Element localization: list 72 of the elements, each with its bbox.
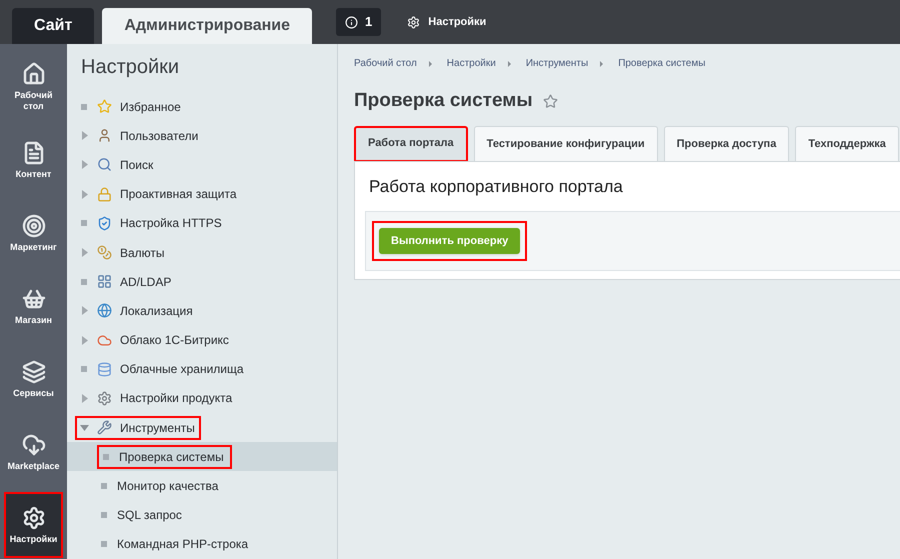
collapsed-arrow-icon[interactable]	[80, 248, 88, 258]
magnifier-icon	[97, 157, 112, 172]
bullet-icon	[101, 483, 107, 490]
collapsed-arrow-icon[interactable]	[80, 394, 88, 403]
tree-item[interactable]: Командная PHP-строка	[117, 535, 248, 554]
bullet-icon	[101, 512, 107, 518]
panel-heading: Работа корпоративного портала	[369, 176, 624, 198]
notifications-button[interactable]: 1	[336, 8, 382, 36]
collapsed-arrow-icon[interactable]	[80, 336, 88, 345]
page-title: Проверка системы	[354, 89, 533, 113]
bullet-icon	[81, 220, 87, 226]
settings-link[interactable]: Настройки	[407, 14, 486, 30]
breadcrumb-link[interactable]: Рабочий стол	[354, 56, 417, 71]
collapsed-arrow-icon[interactable]	[80, 160, 88, 170]
tree-title: Настройки	[80, 55, 180, 80]
cloud-icon	[97, 332, 112, 348]
rail-item[interactable]: Сервисы	[4, 346, 63, 412]
rail-item[interactable]: Настройки	[4, 492, 63, 558]
tree-item[interactable]: Избранное	[120, 98, 181, 116]
coins-icon	[97, 245, 112, 260]
collapsed-arrow-icon[interactable]	[80, 306, 88, 316]
bullet-icon	[101, 541, 107, 548]
layers-icon	[22, 360, 46, 384]
expanded-arrow-icon[interactable]	[80, 423, 88, 432]
collapsed-arrow-icon[interactable]	[80, 131, 88, 140]
tab[interactable]: Тестирование конфигурации	[474, 126, 658, 162]
user-icon	[97, 128, 112, 144]
tab[interactable]: Проверка доступа	[664, 126, 790, 162]
bullet-icon	[81, 278, 87, 285]
rail-item[interactable]: Магазин	[4, 273, 63, 339]
top-tab[interactable]: Сайт	[12, 8, 94, 44]
grid-icon	[97, 274, 112, 290]
bullet-icon	[81, 104, 87, 110]
tree-item[interactable]: Валюты	[120, 244, 165, 262]
tree-item[interactable]: Пользователи	[120, 126, 198, 145]
tree-item[interactable]: Поиск	[120, 156, 154, 174]
bullet-icon	[81, 366, 87, 372]
rail-item[interactable]: Marketplace	[4, 419, 63, 485]
rail-item[interactable]: Контент	[4, 127, 63, 193]
top-tab[interactable]: Администрирование	[102, 8, 312, 44]
gear-icon	[22, 506, 46, 530]
tree-item[interactable]: Настройка HTTPS	[120, 214, 222, 232]
globe-icon	[97, 303, 112, 318]
star-icon[interactable]	[542, 94, 558, 109]
breadcrumb-link[interactable]: Проверка системы	[618, 56, 706, 71]
breadcrumb-link[interactable]: Настройки	[446, 56, 496, 71]
database-icon	[97, 362, 112, 377]
gear-icon	[97, 390, 112, 406]
wrench-icon	[97, 420, 112, 436]
info-icon	[345, 16, 358, 28]
shield-icon	[97, 216, 112, 231]
tree-item[interactable]: Монитор качества	[117, 477, 218, 496]
rail-item[interactable]: Маркетинг	[4, 200, 63, 266]
tree-item[interactable]: Проактивная защита	[120, 185, 237, 204]
tree-item[interactable]: Локализация	[120, 302, 193, 320]
collapsed-arrow-icon[interactable]	[80, 190, 88, 199]
target-icon	[22, 214, 46, 238]
breadcrumb-link[interactable]: Инструменты	[526, 56, 588, 71]
tab[interactable]: Работа портала	[354, 126, 468, 162]
cloud-download-icon	[22, 432, 46, 456]
tree-item[interactable]: SQL запрос	[117, 506, 182, 524]
tree-item[interactable]: Облако 1С-Битрикс	[120, 331, 229, 350]
tree-item[interactable]: Настройки продукта	[120, 389, 232, 408]
tree-item[interactable]: AD/LDAP	[120, 272, 172, 291]
home-icon	[22, 62, 46, 86]
tab[interactable]: Техподдержка	[795, 126, 899, 162]
rail-item[interactable]: Рабочий стол	[4, 54, 63, 120]
tree-item[interactable]: Облачные хранилища	[120, 360, 244, 378]
lock-icon	[97, 186, 112, 202]
bullet-icon	[103, 454, 109, 460]
star-icon	[97, 99, 112, 114]
gear-icon	[407, 16, 420, 28]
